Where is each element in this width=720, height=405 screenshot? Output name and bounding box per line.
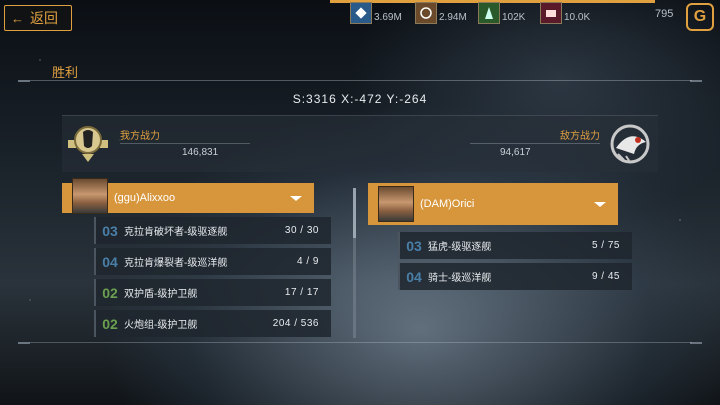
ship-name: 克拉肯爆裂者-级巡洋舰 bbox=[124, 258, 228, 269]
divider bbox=[120, 143, 250, 144]
battle-coordinates: S:3316 X:-472 Y:-264 bbox=[292, 92, 428, 106]
ship-count: 4 / 9 bbox=[297, 256, 319, 267]
ship-level: 02 bbox=[102, 284, 118, 301]
ship-level: 04 bbox=[102, 253, 118, 270]
our-power-label: 我方战力 bbox=[120, 131, 160, 142]
resource-value: 102K bbox=[502, 12, 526, 23]
scrollbar-thumb[interactable] bbox=[353, 188, 356, 238]
ship-name: 火炮组-级护卫舰 bbox=[124, 320, 198, 331]
ship-row: 03 克拉肯破坏者-级驱逐舰 30 / 30 bbox=[94, 217, 331, 244]
chevron-down-icon[interactable] bbox=[594, 201, 606, 207]
blue-crystal-icon bbox=[350, 2, 372, 24]
commander-avatar bbox=[378, 186, 414, 222]
back-arrow-icon: ← bbox=[11, 10, 24, 26]
ship-count: 30 / 30 bbox=[284, 225, 319, 236]
resource-value: 2.94M bbox=[439, 12, 467, 23]
ship-level: 04 bbox=[406, 268, 422, 285]
red-cargo-icon bbox=[540, 2, 562, 24]
ship-level: 02 bbox=[102, 315, 118, 332]
back-button[interactable]: ← 返回 bbox=[4, 5, 72, 31]
resource-value: 10.0K bbox=[564, 12, 591, 23]
brown-ore-icon bbox=[415, 2, 437, 24]
ship-name: 猛虎-级驱逐舰 bbox=[428, 242, 492, 253]
back-label: 返回 bbox=[30, 10, 58, 26]
ship-count: 5 / 75 bbox=[591, 240, 620, 251]
enemy-fleet-header[interactable]: (DAM)Orici bbox=[368, 183, 618, 225]
our-power-value: 146,831 bbox=[182, 147, 219, 158]
commander-avatar bbox=[72, 178, 108, 214]
green-gas-icon bbox=[478, 2, 500, 24]
divider bbox=[470, 143, 600, 144]
ship-name: 骑士-级巡洋舰 bbox=[428, 273, 492, 284]
ship-row: 02 火炮组-级护卫舰 204 / 536 bbox=[94, 310, 331, 337]
ship-row: 04 克拉肯爆裂者-级巡洋舰 4 / 9 bbox=[94, 248, 331, 275]
resource-gas[interactable]: 102K bbox=[478, 2, 525, 24]
result-title: 胜利 bbox=[52, 65, 79, 80]
ship-name: 克拉肯破坏者-级驱逐舰 bbox=[124, 227, 228, 238]
frame-corner bbox=[18, 80, 30, 82]
premium-currency-icon[interactable]: G bbox=[686, 3, 714, 31]
commander-name: (DAM)Orici bbox=[420, 198, 475, 210]
resource-cargo[interactable]: 10.0K bbox=[540, 2, 590, 24]
resource-blue[interactable]: 3.69M bbox=[350, 2, 402, 24]
ship-level: 03 bbox=[102, 222, 118, 239]
chevron-down-icon[interactable] bbox=[290, 195, 302, 201]
enemy-power-label: 敌方战力 bbox=[560, 131, 600, 142]
ship-level: 03 bbox=[406, 237, 422, 254]
ship-row: 02 双护盾-级护卫舰 17 / 17 bbox=[94, 279, 331, 306]
frame-corner bbox=[18, 342, 30, 344]
enemy-power-value: 94,617 bbox=[500, 147, 531, 158]
premium-count: 795 bbox=[655, 8, 674, 20]
divider bbox=[30, 80, 692, 81]
commander-name: (ggu)Alixxoo bbox=[114, 192, 176, 204]
ship-count: 204 / 536 bbox=[272, 318, 319, 329]
ship-name: 双护盾-级护卫舰 bbox=[124, 289, 198, 300]
ship-row: 03 猛虎-级驱逐舰 5 / 75 bbox=[398, 232, 632, 259]
ship-row: 04 骑士-级巡洋舰 9 / 45 bbox=[398, 263, 632, 290]
resource-ore[interactable]: 2.94M bbox=[415, 2, 467, 24]
divider bbox=[30, 342, 692, 343]
ship-count: 9 / 45 bbox=[591, 271, 620, 282]
our-faction-emblem-icon bbox=[64, 118, 112, 166]
ship-count: 17 / 17 bbox=[284, 287, 319, 298]
our-fleet-header[interactable]: (ggu)Alixxoo bbox=[62, 178, 314, 214]
enemy-faction-emblem-icon bbox=[606, 120, 654, 168]
resource-value: 3.69M bbox=[374, 12, 402, 23]
